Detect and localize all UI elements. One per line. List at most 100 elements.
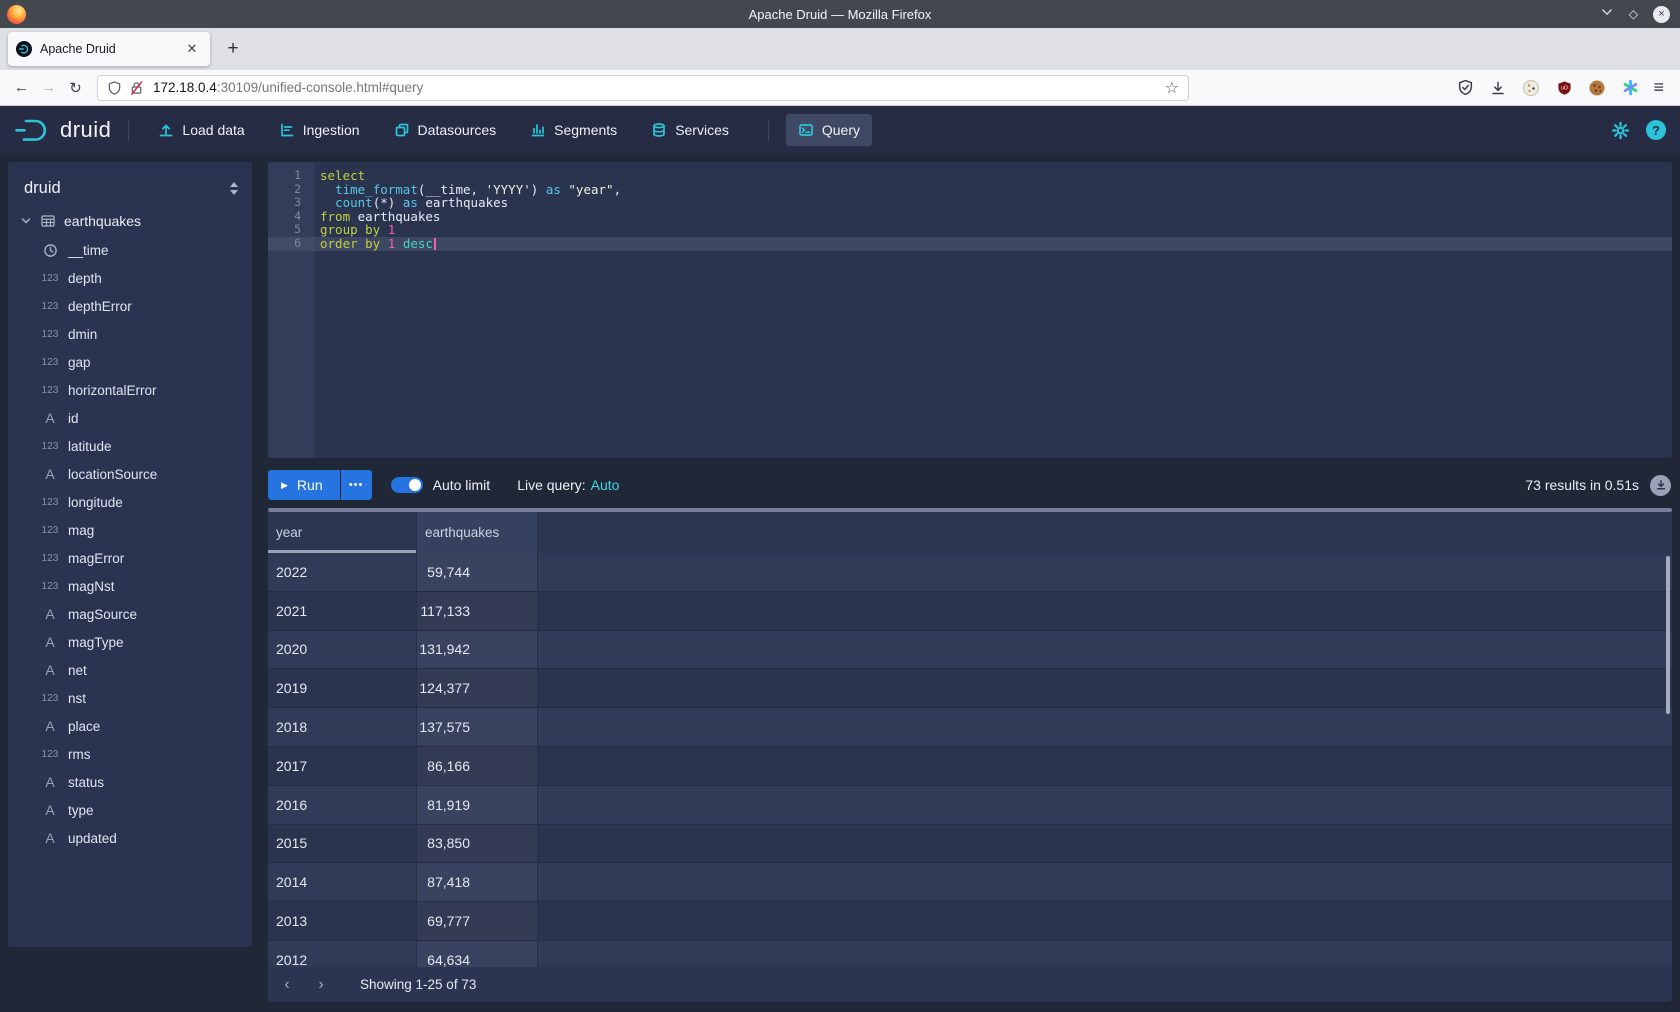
cell-earthquakes[interactable]: 124,377 [417,669,538,707]
url-text[interactable]: 172.18.0.4:30109/unified-console.html#qu… [153,80,423,95]
code-line[interactable]: group by 1 [314,223,1672,237]
sidebar-column-locationSource[interactable]: AlocationSource [8,460,252,488]
table-row[interactable]: 2021117,133 [268,592,1672,631]
auto-limit-toggle[interactable] [391,477,423,493]
editor-code[interactable]: select time_format(__time, 'YYYY') as "y… [314,162,1672,458]
back-button[interactable]: ← [8,74,35,101]
tab-close-icon[interactable]: ✕ [182,39,202,59]
cell-earthquakes[interactable]: 81,919 [417,786,538,824]
table-row[interactable]: 201369,777 [268,902,1672,941]
cell-earthquakes[interactable]: 86,166 [417,747,538,785]
results-scrollbar[interactable] [1666,556,1670,714]
insecure-lock-icon[interactable] [129,80,144,96]
table-row[interactable]: 201487,418 [268,863,1672,902]
cell-year[interactable]: 2019 [268,669,417,707]
sidebar-column-__time[interactable]: __time [8,236,252,264]
cell-earthquakes[interactable]: 83,850 [417,825,538,863]
sidebar-column-magNst[interactable]: 123magNst [8,572,252,600]
cell-earthquakes[interactable]: 87,418 [417,863,538,901]
sidebar-column-latitude[interactable]: 123latitude [8,432,252,460]
table-row[interactable]: 201681,919 [268,786,1672,825]
sql-editor[interactable]: 123456 select time_format(__time, 'YYYY'… [268,162,1672,458]
code-line[interactable]: count(*) as earthquakes [314,196,1672,210]
download-results-icon[interactable] [1650,475,1671,496]
table-row[interactable]: 201786,166 [268,747,1672,786]
nav-datasources[interactable]: Datasources [382,114,509,146]
forward-button[interactable]: → [35,74,62,101]
cell-year[interactable]: 2014 [268,863,417,901]
cell-year[interactable]: 2016 [268,786,417,824]
window-close-icon[interactable]: × [1653,6,1670,23]
ublock-origin-icon[interactable]: uO [1554,78,1574,98]
code-line[interactable]: from earthquakes [314,210,1672,224]
window-maximize-icon[interactable]: ◇ [1629,7,1638,21]
nav-ingestion[interactable]: Ingestion [267,114,372,146]
downloads-icon[interactable] [1488,78,1508,98]
sidebar-column-depth[interactable]: 123depth [8,264,252,292]
cell-year[interactable]: 2020 [268,631,417,669]
cell-year[interactable]: 2012 [268,941,417,967]
sidebar-column-status[interactable]: Astatus [8,768,252,796]
prev-page-icon[interactable]: ‹ [272,970,302,1000]
asterisk-extension-icon[interactable] [1620,78,1640,98]
cookie-extension-light-icon[interactable] [1521,78,1541,98]
sidebar-column-updated[interactable]: Aupdated [8,824,252,852]
sidebar-column-horizontalError[interactable]: 123horizontalError [8,376,252,404]
cell-year[interactable]: 2021 [268,592,417,630]
cookie-extension-brown-icon[interactable] [1587,78,1607,98]
browser-tab[interactable]: Apache Druid ✕ [8,32,210,66]
cell-earthquakes[interactable]: 64,634 [417,941,538,967]
schema-select[interactable]: druid [8,170,252,206]
new-tab-button[interactable]: + [218,34,248,64]
sidebar-column-rms[interactable]: 123rms [8,740,252,768]
run-button[interactable]: ▶ Run [268,470,340,500]
sidebar-column-depthError[interactable]: 123depthError [8,292,252,320]
code-line[interactable]: select [314,169,1672,183]
cell-earthquakes[interactable]: 59,744 [417,553,538,591]
sidebar-column-place[interactable]: Aplace [8,712,252,740]
code-line[interactable]: time_format(__time, 'YYYY') as "year", [314,183,1672,197]
settings-gear-icon[interactable] [1611,121,1630,140]
table-row[interactable]: 2019124,377 [268,669,1672,708]
window-minimize-icon[interactable] [1600,5,1614,23]
cell-year[interactable]: 2022 [268,553,417,591]
sidebar-column-longitude[interactable]: 123longitude [8,488,252,516]
table-row[interactable]: 202259,744 [268,553,1672,592]
sidebar-item-earthquakes[interactable]: earthquakes [8,206,252,236]
code-line[interactable]: order by 1 desc [314,237,1672,251]
bookmark-star-icon[interactable]: ☆ [1165,78,1179,98]
sidebar-column-type[interactable]: Atype [8,796,252,824]
nav-query[interactable]: Query [786,114,872,146]
reload-button[interactable]: ↻ [62,74,89,101]
nav-services[interactable]: Services [639,114,741,146]
run-more-button[interactable]: ••• [341,470,372,500]
tracking-shield-icon[interactable] [107,80,122,96]
column-header-earthquakes[interactable]: earthquakes [417,512,538,553]
table-row[interactable]: 2020131,942 [268,631,1672,670]
live-query-value[interactable]: Auto [591,477,620,493]
druid-logo[interactable]: druid [14,117,111,144]
nav-load-data[interactable]: Load data [146,114,256,146]
table-row[interactable]: 201264,634 [268,941,1672,967]
cell-year[interactable]: 2017 [268,747,417,785]
shield-check-extension-icon[interactable] [1455,78,1475,98]
hamburger-menu-icon[interactable]: ≡ [1653,77,1664,98]
sidebar-column-magError[interactable]: 123magError [8,544,252,572]
sidebar-column-nst[interactable]: 123nst [8,684,252,712]
column-header-year[interactable]: year [268,512,417,553]
sidebar-column-net[interactable]: Anet [8,656,252,684]
sidebar-column-dmin[interactable]: 123dmin [8,320,252,348]
sidebar-column-magType[interactable]: AmagType [8,628,252,656]
help-icon[interactable]: ? [1646,120,1666,140]
cell-earthquakes[interactable]: 131,942 [417,631,538,669]
sidebar-column-mag[interactable]: 123mag [8,516,252,544]
cell-year[interactable]: 2015 [268,825,417,863]
cell-earthquakes[interactable]: 137,575 [417,708,538,746]
cell-year[interactable]: 2018 [268,708,417,746]
cell-year[interactable]: 2013 [268,902,417,940]
cell-earthquakes[interactable]: 117,133 [417,592,538,630]
url-bar[interactable]: 172.18.0.4:30109/unified-console.html#qu… [97,75,1189,101]
sidebar-column-gap[interactable]: 123gap [8,348,252,376]
chevron-down-icon[interactable] [18,215,34,227]
cell-earthquakes[interactable]: 69,777 [417,902,538,940]
